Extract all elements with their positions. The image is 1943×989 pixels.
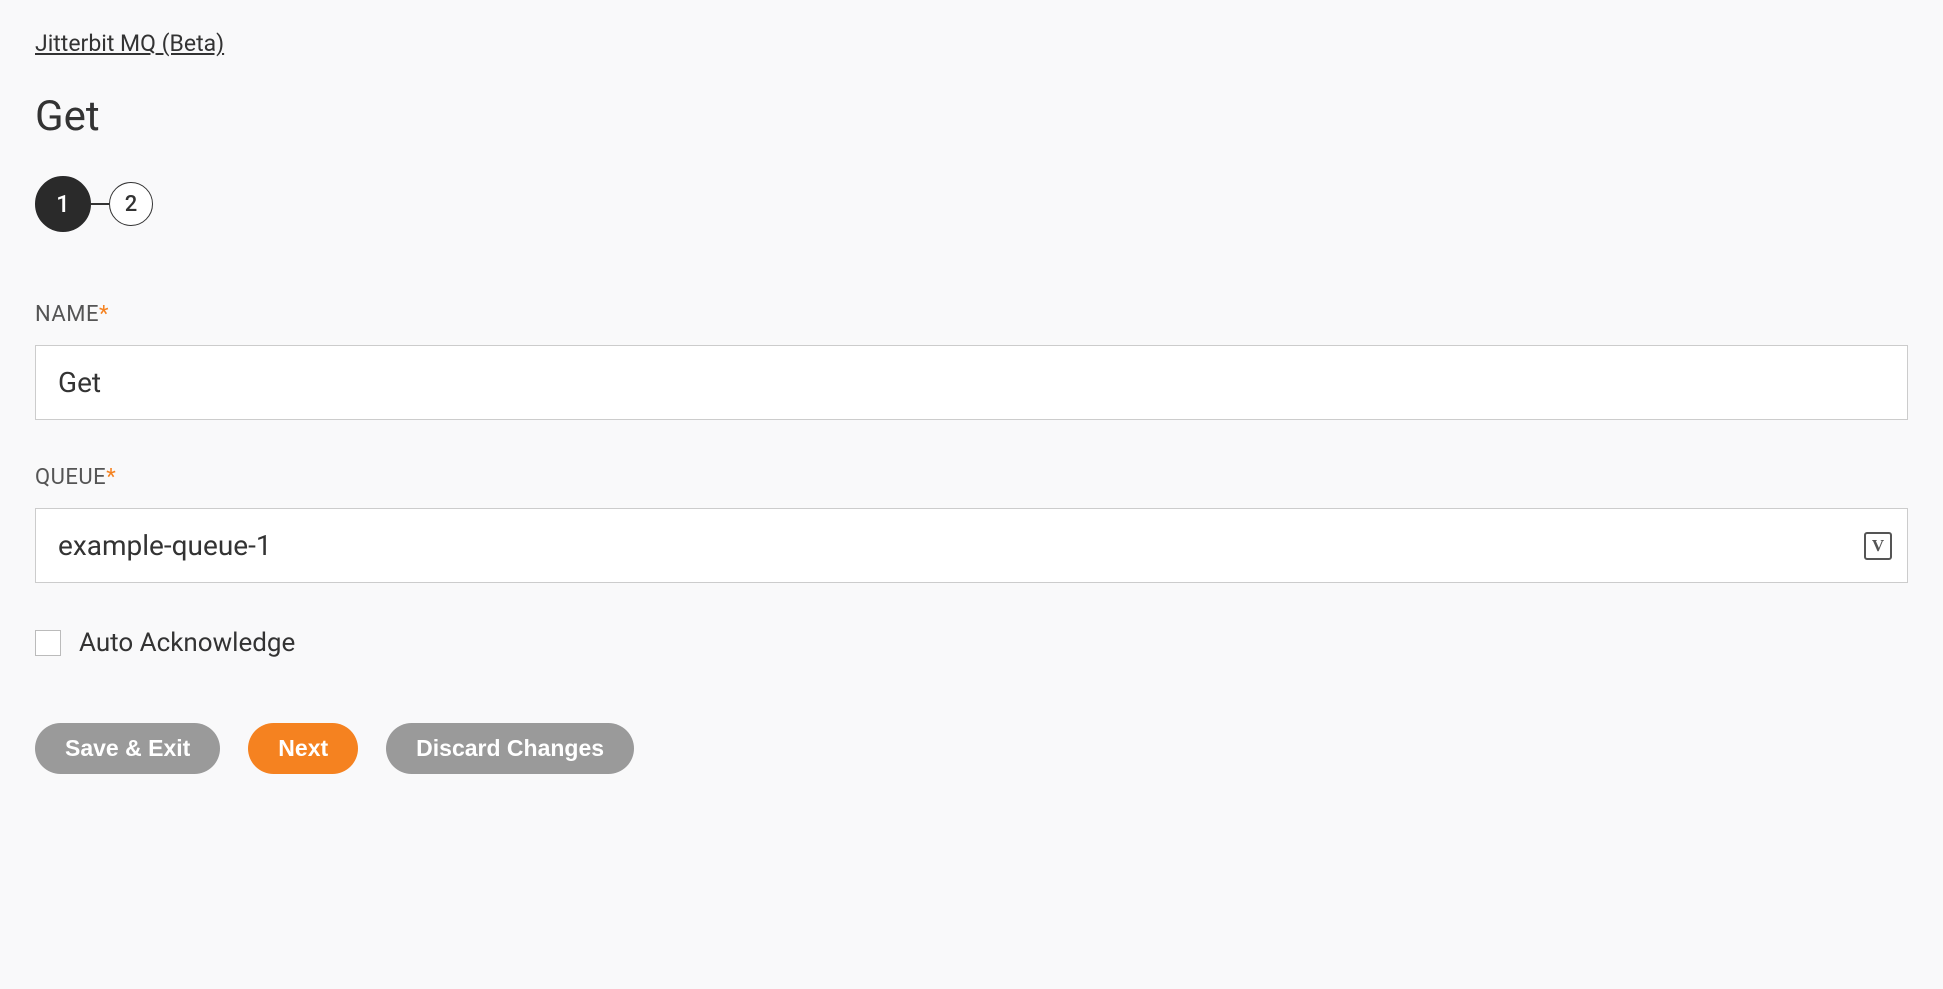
next-button[interactable]: Next	[248, 723, 358, 774]
breadcrumb: Jitterbit MQ (Beta)	[35, 30, 1908, 57]
required-asterisk: *	[99, 302, 109, 327]
discard-changes-button[interactable]: Discard Changes	[386, 723, 634, 774]
queue-input-wrapper: V	[35, 508, 1908, 583]
breadcrumb-link[interactable]: Jitterbit MQ (Beta)	[35, 30, 224, 57]
stepper: 1 2	[35, 176, 1908, 232]
name-label-text: NAME	[35, 302, 99, 327]
name-field-group: NAME*	[35, 302, 1908, 420]
variable-icon[interactable]: V	[1864, 532, 1892, 560]
required-asterisk: *	[106, 465, 116, 490]
queue-label-text: QUEUE	[35, 465, 106, 490]
button-row: Save & Exit Next Discard Changes	[35, 723, 1908, 774]
queue-input[interactable]	[35, 508, 1908, 583]
queue-label: QUEUE*	[35, 465, 1908, 490]
name-input[interactable]	[35, 345, 1908, 420]
step-1[interactable]: 1	[35, 176, 91, 232]
name-label: NAME*	[35, 302, 1908, 327]
auto-ack-row: Auto Acknowledge	[35, 628, 1908, 658]
auto-ack-checkbox[interactable]	[35, 630, 61, 656]
step-2[interactable]: 2	[109, 182, 153, 226]
page-title: Get	[35, 92, 1908, 141]
save-exit-button[interactable]: Save & Exit	[35, 723, 220, 774]
step-connector	[91, 203, 109, 205]
auto-ack-label: Auto Acknowledge	[79, 628, 295, 658]
queue-field-group: QUEUE* V	[35, 465, 1908, 583]
